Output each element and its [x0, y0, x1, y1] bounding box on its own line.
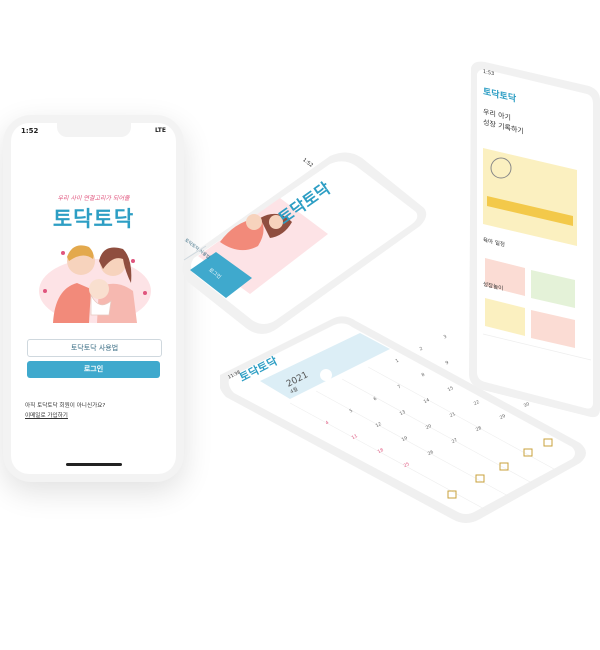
- phone-notch: [56, 123, 131, 137]
- home-indicator: [66, 463, 122, 466]
- phone-login: 1:52 LTE 우리 사이 연결고리가 되어줄 토닥토닥 토닥토닥 사용법 로…: [3, 115, 184, 482]
- app-logo: 토닥토닥: [52, 207, 135, 231]
- signup-email-link[interactable]: 이메일로 가입하기: [25, 411, 68, 419]
- app-tagline: 우리 사이 연결고리가 되어줄: [57, 195, 130, 202]
- status-network: LTE: [154, 127, 166, 134]
- login-screen: 1:52 LTE 우리 사이 연결고리가 되어줄 토닥토닥 토닥토닥 사용법 로…: [11, 123, 176, 474]
- how-to-button[interactable]: 토닥토닥 사용법: [27, 339, 162, 357]
- phone-home: 1:53 토닥토닥 우리 아기 성장 기록하기 육아 일정 성장놀이: [465, 60, 600, 420]
- status-time: 1:52: [21, 127, 39, 135]
- couple-baby-illustration: [39, 245, 151, 323]
- signup-prompt: 아직 토닥토닥 회원이 아니신가요?: [25, 403, 106, 409]
- login-button[interactable]: 로그인: [27, 361, 160, 378]
